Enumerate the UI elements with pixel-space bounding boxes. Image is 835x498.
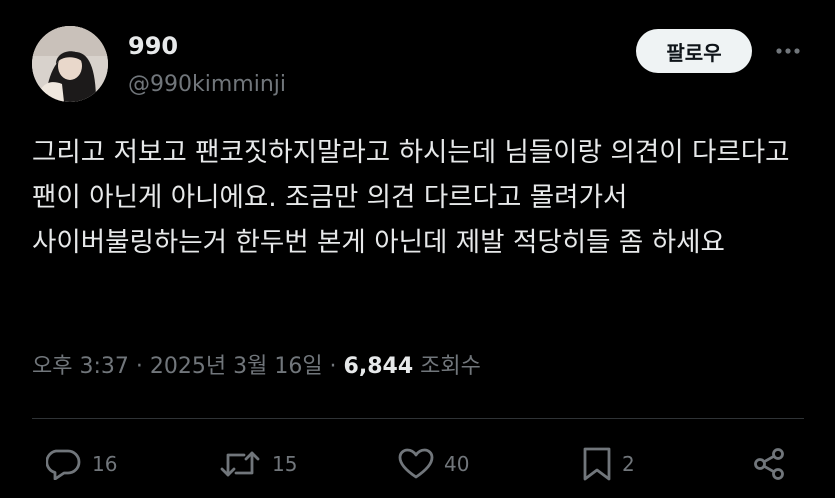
views-label: 조회수	[420, 354, 481, 379]
reply-icon	[46, 448, 82, 480]
bookmark-button[interactable]: 2	[582, 446, 635, 482]
tweet-meta: 오후 3:37 · 2025년 3월 16일 · 6,844 조회수	[32, 352, 481, 382]
share-button[interactable]	[752, 446, 786, 482]
retweet-count: 15	[272, 452, 298, 476]
tweet-text: 그리고 저보고 팬코짓하지말라고 하시는데 님들이랑 의견이 다르다고 팬이 아…	[32, 137, 790, 258]
divider	[32, 418, 804, 419]
tweet-time[interactable]: 오후 3:37	[32, 354, 129, 379]
retweet-button[interactable]: 15	[218, 446, 297, 482]
tweet-date[interactable]: 2025년 3월 16일	[150, 354, 323, 379]
reply-count: 16	[92, 452, 118, 476]
views-count: 6,844	[343, 354, 414, 379]
share-icon	[752, 447, 786, 481]
display-name[interactable]: 990	[128, 32, 178, 60]
like-count: 40	[444, 452, 470, 476]
user-handle[interactable]: @990kimminji	[128, 72, 286, 98]
meta-separator: ·	[322, 354, 344, 379]
meta-separator: ·	[128, 354, 150, 379]
like-button[interactable]: 40	[398, 446, 469, 482]
bookmark-icon	[582, 447, 612, 481]
avatar[interactable]	[32, 26, 108, 102]
bookmark-count: 2	[622, 452, 635, 476]
follow-button[interactable]: 팔로우	[636, 29, 752, 73]
retweet-icon	[218, 448, 262, 480]
more-icon[interactable]	[772, 38, 804, 64]
like-icon	[398, 448, 434, 480]
reply-button[interactable]: 16	[46, 446, 117, 482]
